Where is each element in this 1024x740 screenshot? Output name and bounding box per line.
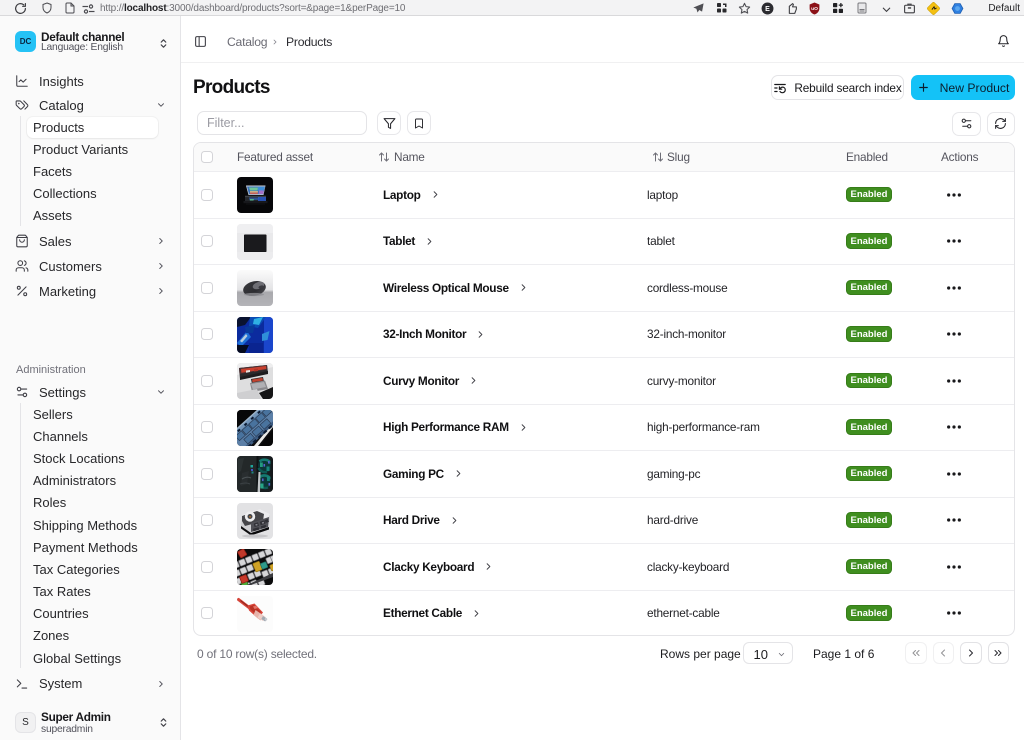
svg-text:uO: uO bbox=[811, 6, 818, 12]
svg-text:E: E bbox=[765, 6, 770, 13]
